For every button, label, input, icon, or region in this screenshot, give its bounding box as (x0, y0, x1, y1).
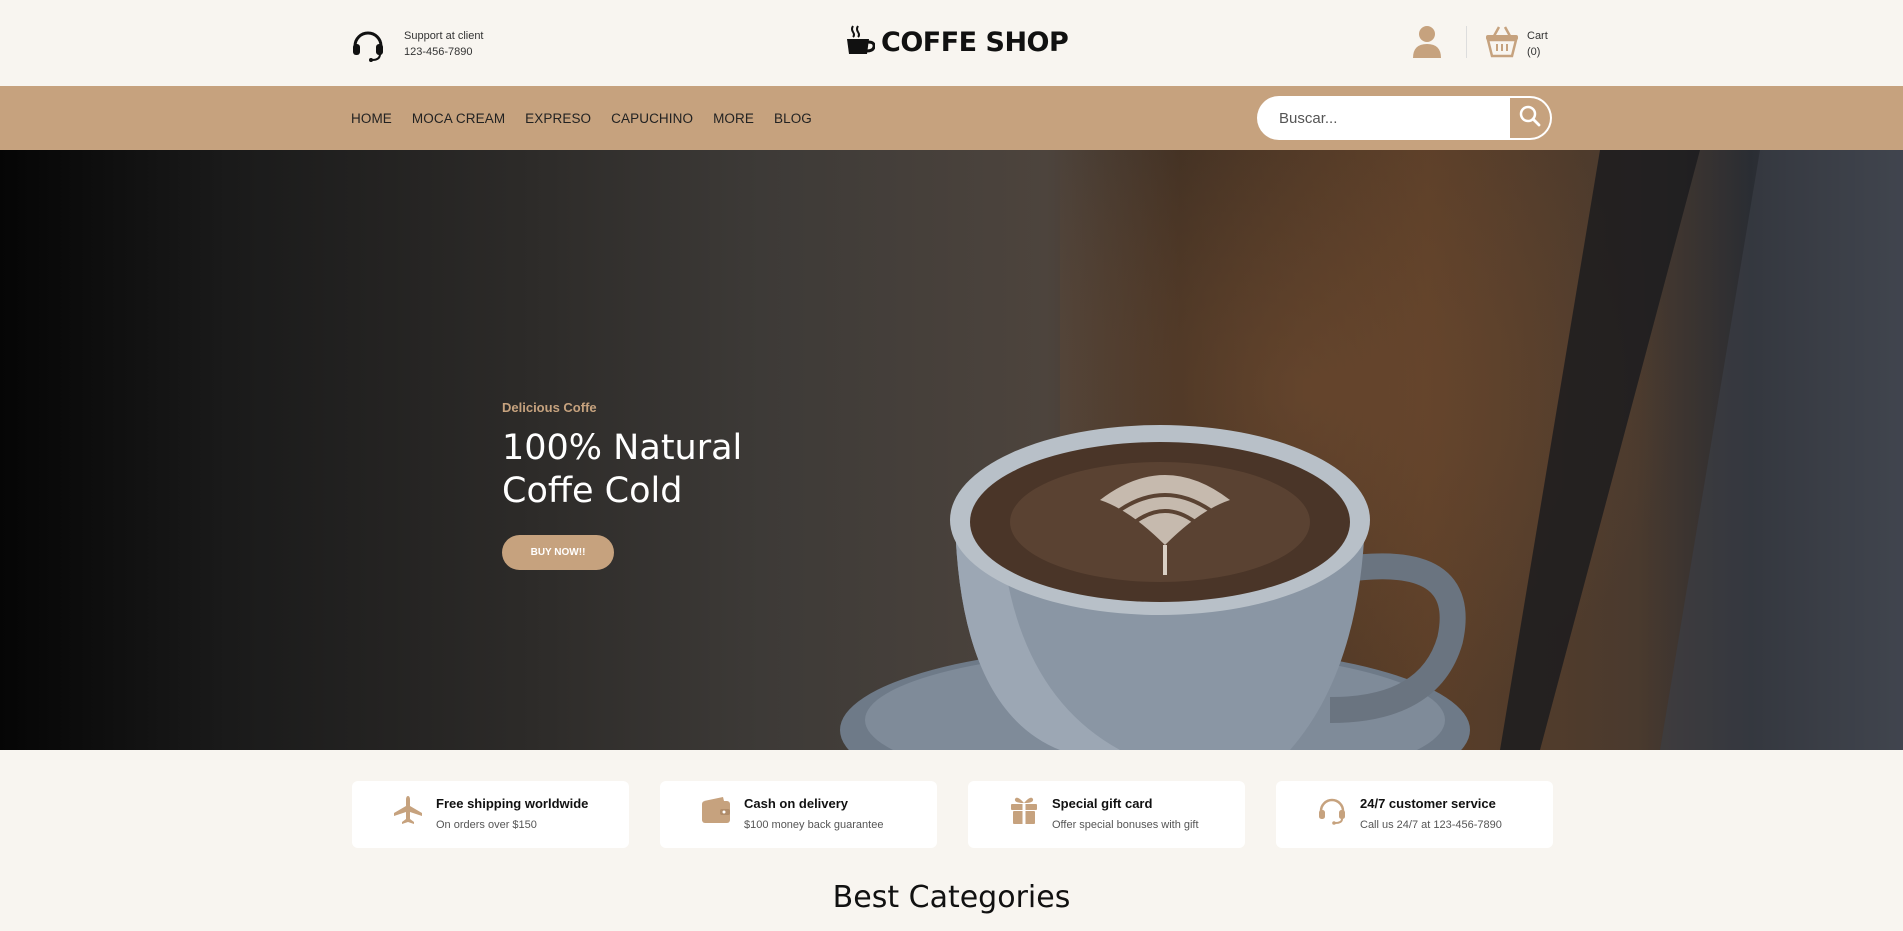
feature-description: Call us 24/7 at 123-456-7890 (1360, 819, 1502, 831)
features-row: Free shipping worldwide On orders over $… (352, 781, 1553, 848)
feature-title: Cash on delivery (744, 796, 849, 811)
feature-description: $100 money back guarantee (744, 819, 884, 831)
hero-content: Delicious Coffe 100% Natural Coffe Cold … (502, 400, 742, 570)
cart-count: (0) (1527, 45, 1541, 58)
cart-button[interactable]: Cart (0) (1485, 24, 1548, 63)
feature-card: Cash on delivery $100 money back guarant… (660, 781, 937, 848)
user-icon (1412, 26, 1442, 63)
nav-item-capuchino[interactable]: CAPUCHINO (611, 111, 693, 126)
feature-card: 24/7 customer service Call us 24/7 at 12… (1276, 781, 1553, 848)
hero-title-line-2: Coffe Cold (502, 471, 683, 511)
hero-subtitle: Delicious Coffe (502, 400, 597, 415)
search-box (1257, 96, 1552, 140)
header-divider (1466, 26, 1467, 58)
gift-icon (1009, 795, 1039, 830)
feature-title: Special gift card (1052, 796, 1153, 811)
best-categories-heading: Best Categories (832, 880, 1071, 915)
support-contact[interactable]: Support at client 123-456-7890 (350, 26, 484, 62)
site-logo[interactable]: COFFE SHOP (845, 24, 1069, 61)
account-button[interactable] (1412, 25, 1442, 64)
search-button[interactable] (1510, 98, 1550, 138)
search-icon (1519, 105, 1541, 132)
headset-icon (1317, 795, 1347, 830)
feature-title: Free shipping worldwide (436, 796, 589, 811)
feature-card: Special gift card Offer special bonuses … (968, 781, 1245, 848)
nav-item-home[interactable]: HOME (351, 111, 392, 126)
main-nav: HOME MOCA CREAM EXPRESO CAPUCHINO MORE B… (351, 86, 832, 150)
search-input[interactable] (1257, 96, 1507, 140)
feature-description: On orders over $150 (436, 819, 537, 831)
main-nav-bar: HOME MOCA CREAM EXPRESO CAPUCHINO MORE B… (0, 86, 1903, 150)
coffee-cup-image (840, 150, 1903, 750)
feature-title: 24/7 customer service (1360, 796, 1496, 811)
headset-icon (350, 26, 386, 62)
logo-text: COFFE SHOP (881, 27, 1069, 58)
support-phone: 123-456-7890 (404, 46, 473, 58)
feature-description: Offer special bonuses with gift (1052, 819, 1199, 831)
top-header: Support at client 123-456-7890 COFFE SHO… (0, 0, 1903, 86)
hero-banner: Delicious Coffe 100% Natural Coffe Cold … (0, 150, 1903, 750)
feature-card: Free shipping worldwide On orders over $… (352, 781, 629, 848)
airplane-icon (393, 795, 423, 830)
hero-title-line-1: 100% Natural (502, 428, 743, 468)
nav-item-expreso[interactable]: EXPRESO (525, 111, 591, 126)
cart-label: Cart (1527, 29, 1548, 42)
wallet-icon (701, 795, 731, 830)
hero-title: 100% Natural Coffe Cold (502, 427, 742, 513)
nav-item-more[interactable]: MORE (713, 111, 754, 126)
coffee-cup-icon (845, 24, 876, 61)
nav-item-blog[interactable]: BLOG (774, 111, 812, 126)
support-label: Support at client (404, 30, 484, 42)
basket-icon (1485, 24, 1519, 63)
nav-item-moca-cream[interactable]: MOCA CREAM (412, 111, 505, 126)
buy-now-button[interactable]: BUY NOW!! (502, 535, 614, 570)
